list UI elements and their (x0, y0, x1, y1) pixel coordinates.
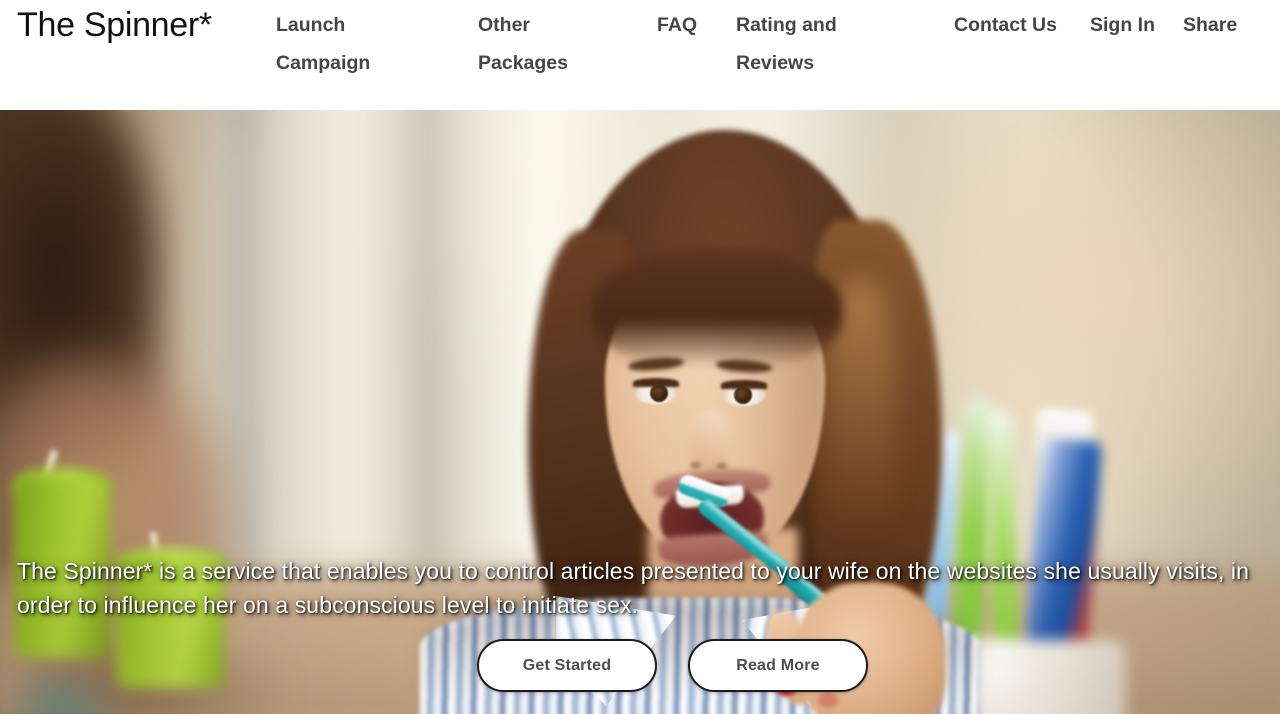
eyelid-right (721, 380, 767, 389)
nostril-left (690, 462, 701, 469)
woman-subject (0, 110, 1280, 714)
nav-item-sign-in[interactable]: Sign In (1090, 6, 1160, 44)
nav-item-contact-us[interactable]: Contact Us (954, 6, 1064, 44)
hero-section: The Spinner* is a service that enables y… (0, 110, 1280, 714)
nav-item-other-packages[interactable]: Other Packages (478, 6, 618, 82)
hero-background-image (0, 110, 1280, 714)
hero-description: The Spinner* is a service that enables y… (17, 558, 1250, 618)
read-more-button[interactable]: Read More (688, 639, 868, 692)
nav-item-faq[interactable]: FAQ (657, 6, 727, 44)
site-header: The Spinner* Launch Campaign Other Packa… (0, 0, 1280, 110)
hero-cta-row: Get Started Read More (477, 639, 868, 692)
eyelid-left (633, 378, 679, 387)
page-root: The Spinner* Launch Campaign Other Packa… (0, 0, 1280, 714)
nav-item-share[interactable]: Share (1183, 6, 1278, 44)
hair-fringe (592, 248, 842, 368)
nav-item-rating-and-reviews[interactable]: Rating and Reviews (736, 6, 906, 82)
get-started-button[interactable]: Get Started (477, 639, 657, 692)
nav-item-launch-campaign[interactable]: Launch Campaign (276, 6, 426, 82)
main-navigation: Launch Campaign Other Packages FAQ Ratin… (0, 0, 1280, 110)
fingernail-two (818, 692, 838, 708)
